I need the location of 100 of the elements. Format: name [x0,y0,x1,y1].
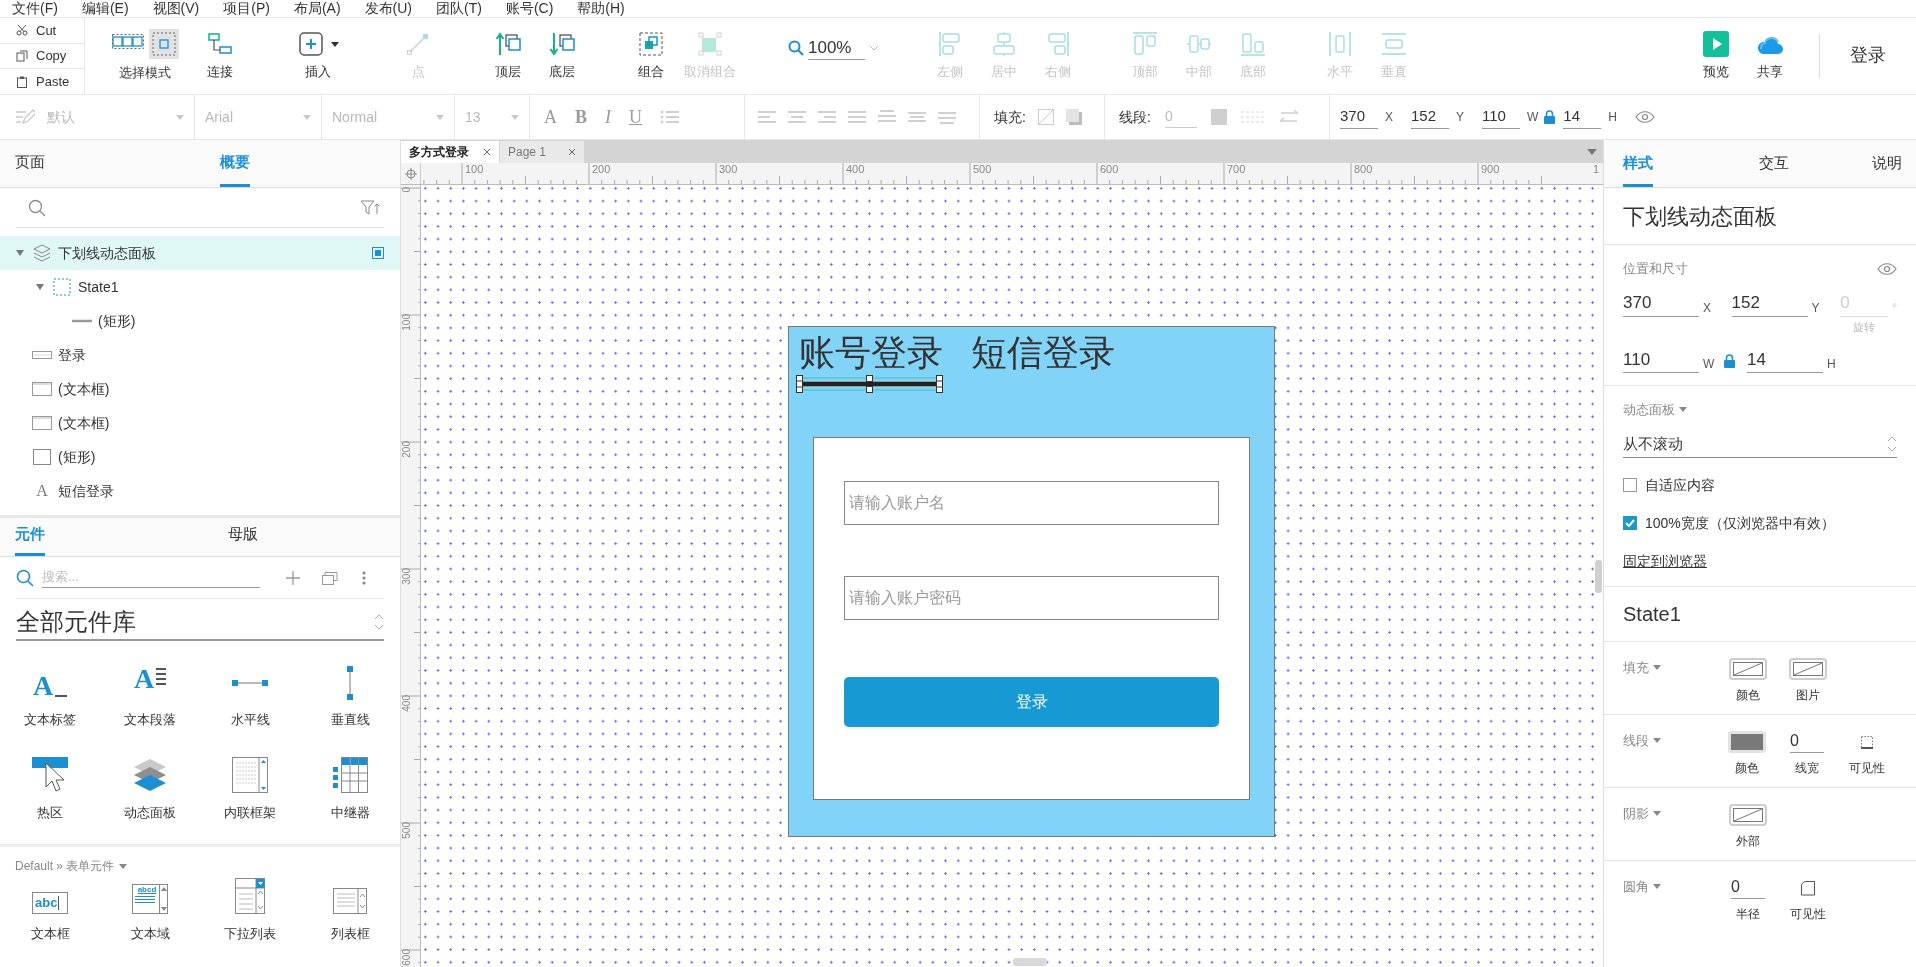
panel-tab[interactable]: 交互 [1759,151,1789,187]
copy-button[interactable]: Copy [0,43,84,70]
rounded-corner-icon[interactable] [1800,879,1816,896]
menu-item[interactable]: 账号(C) [505,1,554,15]
menu-item[interactable]: 团队(T) [436,1,482,15]
stroke-color-icon[interactable] [1210,109,1227,125]
login-button[interactable]: 登录 [1850,41,1886,69]
geometry-field[interactable]: 110 [1623,347,1699,373]
scrollbar-thumb[interactable] [1595,560,1602,593]
checkbox[interactable] [1623,516,1637,530]
lock-icon[interactable] [1724,354,1735,368]
color-swatch[interactable] [1728,730,1766,753]
value-field[interactable]: 0 [1790,730,1824,753]
library-dropdown[interactable]: 全部元件库 [16,605,384,641]
library-widget[interactable]: 动态面板 [100,758,200,822]
expand-caret-icon[interactable] [16,250,24,256]
library-widget[interactable]: 下拉列表 [200,879,300,943]
empty-swatch-icon[interactable] [1789,657,1827,680]
search-field[interactable]: 搜索... [42,567,260,588]
align-right-icon[interactable] [817,109,837,125]
share-button[interactable]: 共享 [1743,18,1797,94]
filter-icon[interactable] [360,199,380,216]
menu-item[interactable]: 视图(V) [152,1,200,15]
property-caption: 外部 [1736,832,1760,850]
menu-item[interactable]: 编辑(E) [81,1,129,15]
library-widget[interactable]: 水平线 [200,665,300,729]
justify-icon[interactable] [847,109,867,125]
library-widget[interactable]: 内联框架 [200,758,300,822]
menu-item[interactable]: 文件(F) [12,1,58,15]
up-down-icon [1887,436,1897,452]
connect-button[interactable]: 连接 [193,18,247,94]
library-widget[interactable]: A 文本标签 [0,665,100,729]
zoom-dropdown[interactable]: 100% [788,36,880,60]
group-button[interactable]: 组合 [624,18,678,94]
library-widget[interactable]: 中继器 [300,758,400,822]
value-field[interactable]: 0 [1731,876,1765,899]
empty-swatch-icon[interactable] [1729,657,1767,680]
outline-item[interactable]: (矩形) [0,440,400,474]
menu-item[interactable]: 布局(A) [293,1,341,15]
geometry-field[interactable]: 152 [1731,290,1808,317]
paste-button[interactable]: Paste [0,69,84,94]
library-widget[interactable]: 热区 [0,758,100,822]
selection-handles[interactable] [796,375,943,393]
fill-color-icon[interactable] [1037,109,1054,125]
outline-item[interactable]: State1 [0,270,400,304]
align-middle-icon[interactable] [907,109,927,125]
panel-tab[interactable]: 母版 [228,522,258,556]
outline-item[interactable]: 下划线动态面板 [0,236,400,270]
preview-button[interactable]: 预览 [1689,18,1743,94]
document-tab[interactable]: 多方式登录 [401,141,499,163]
menu-item[interactable]: 项目(P) [223,1,270,15]
input-field[interactable]: 请输入账户密码 [844,576,1219,620]
cut-button[interactable]: Cut [0,18,84,44]
geometry-field[interactable]: 370 [1623,290,1699,317]
outline-item[interactable]: (文本框) [0,372,400,406]
checkbox[interactable] [1623,478,1637,492]
ruler-label: 300 [402,568,412,585]
outline-item[interactable]: (文本框) [0,406,400,440]
eye-icon[interactable] [1635,111,1656,123]
align-bottom-icon[interactable] [937,109,957,125]
caret-icon[interactable] [1587,149,1597,155]
caret-icon [331,41,339,47]
search-icon[interactable] [28,198,46,217]
library-widget[interactable]: abc 文本框 [0,879,100,943]
menu-item[interactable]: 帮助(H) [577,1,625,15]
library-widget[interactable]: A 文本段落 [100,665,200,729]
geometry-field[interactable]: 14 [1747,347,1823,373]
library-widget[interactable]: abcd 文本域 [100,879,200,943]
send-to-back-button[interactable]: 底层 [535,18,589,94]
selection-mode-button[interactable] [149,29,179,60]
insert-button[interactable]: 插入 [288,18,348,94]
outline-item[interactable]: A 短信登录 [0,474,400,508]
outline-item[interactable]: (矩形) [0,304,400,338]
empty-swatch-icon[interactable] [1729,803,1767,826]
document-tab[interactable]: Page 1 [500,141,585,163]
bullet-list-icon[interactable] [660,109,680,125]
scrollbar-thumb[interactable] [1013,958,1047,966]
crosshair-icon[interactable] [404,167,417,180]
bring-to-front-button[interactable]: 顶层 [481,18,535,94]
pin-to-browser-link[interactable]: 固定到浏览器 [1623,550,1897,572]
align-center-icon[interactable] [787,109,807,125]
eye-icon[interactable] [1877,262,1897,275]
panel-tab[interactable]: 页面 [15,150,45,187]
panel-tab[interactable]: 说明 [1872,151,1902,187]
outline-item[interactable]: 登录 [0,338,400,372]
duplicate-icon[interactable] [322,570,338,585]
login-tab[interactable]: 账号登录 [799,331,943,387]
shadow-icon[interactable] [1065,109,1082,125]
library-widget[interactable]: 垂直线 [300,665,400,729]
align-top-icon[interactable] [877,109,897,125]
login-tab[interactable]: 短信登录 [971,331,1115,375]
layers-icon [33,244,51,262]
library-widget[interactable]: 列表框 [300,879,400,943]
scroll-dropdown[interactable]: 从不滚动 [1623,431,1897,458]
input-field[interactable]: 请输入账户名 [844,481,1219,525]
align-left-icon[interactable] [757,109,777,125]
more-icon[interactable] [362,570,366,585]
add-icon[interactable] [286,570,300,585]
expand-caret-icon[interactable] [36,284,44,290]
menu-item[interactable]: 发布(U) [364,1,412,15]
